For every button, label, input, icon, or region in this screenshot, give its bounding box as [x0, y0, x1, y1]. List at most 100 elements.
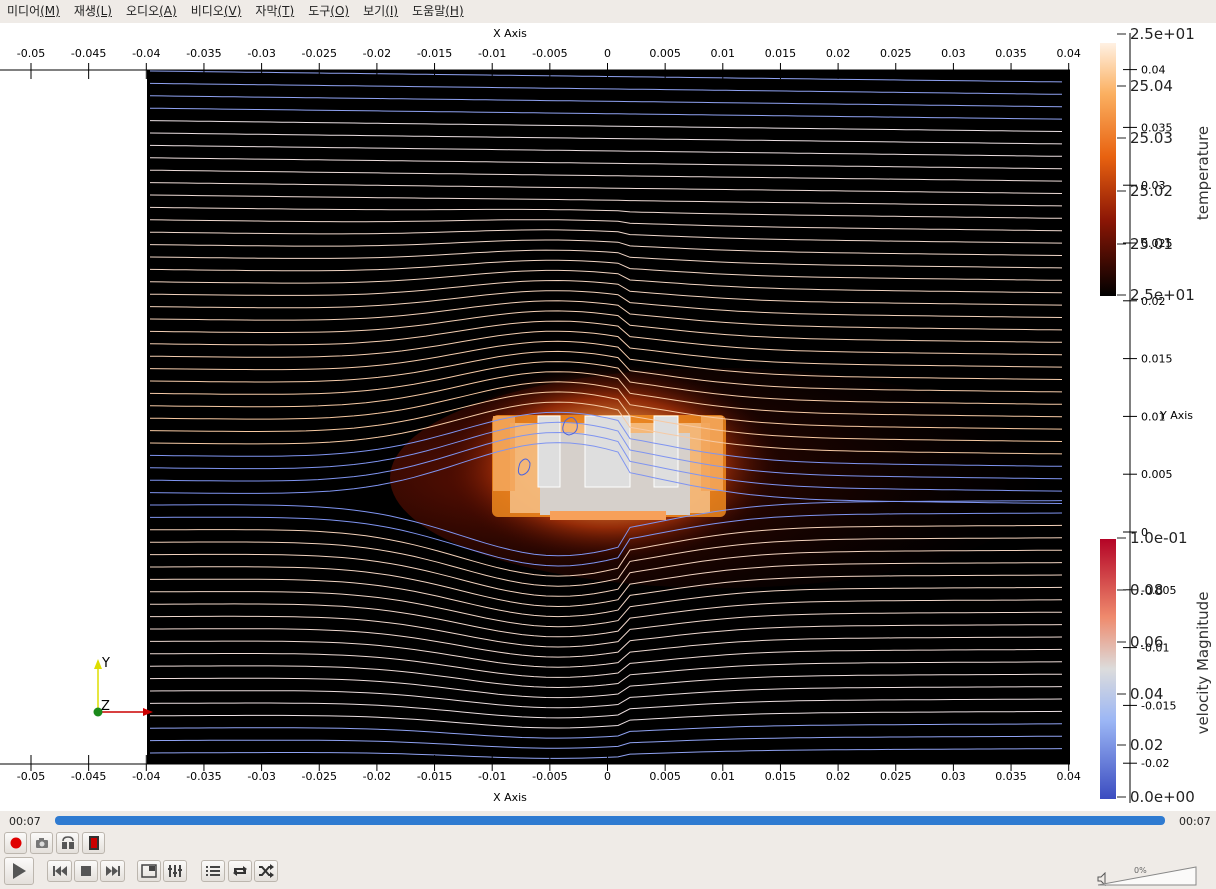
extended-settings-button[interactable]	[163, 860, 187, 882]
x-tick-label: -0.005	[532, 770, 567, 783]
x-tick-label: 0.035	[995, 47, 1027, 60]
camera-icon	[35, 838, 48, 848]
menu-subtitle[interactable]: 자막(T)	[248, 0, 301, 23]
y-tick-label: 0.04	[1141, 64, 1166, 77]
x-tick-label: 0.04	[1056, 770, 1081, 783]
temperature-colorbar-label: 25.02	[1130, 182, 1173, 200]
orientation-axes: Y Z	[93, 656, 153, 717]
x-axis-title-top: X Axis	[493, 27, 527, 40]
y-tick-label: 0.015	[1141, 353, 1173, 366]
x-tick-label: -0.02	[363, 770, 391, 783]
frame-step-button[interactable]	[82, 832, 105, 854]
x-tick-label: 0.04	[1056, 47, 1081, 60]
volume-slider[interactable]	[1096, 865, 1200, 887]
menu-video[interactable]: 비디오(V)	[184, 0, 249, 23]
seek-bar[interactable]	[55, 816, 1165, 825]
temperature-colorbar	[1100, 43, 1116, 296]
x-tick-label: -0.04	[132, 47, 160, 60]
menu-playback[interactable]: 재생(L)	[67, 0, 119, 23]
film-frame-icon	[88, 836, 99, 850]
loop-ab-icon	[61, 836, 74, 849]
x-tick-label: 0.015	[765, 47, 797, 60]
fullscreen-button[interactable]	[137, 860, 161, 882]
snapshot-button[interactable]	[30, 832, 53, 854]
loop-icon	[233, 866, 247, 876]
velocity-colorbar-label: 0.02	[1130, 736, 1163, 754]
x-tick-label: -0.03	[247, 47, 275, 60]
velocity-colorbar-label: 0.04	[1130, 685, 1163, 703]
player-controls: 00:07 00:07 0%	[0, 811, 1216, 889]
visualization-canvas: -0.05 -0.045 -0.04 -0.035 -0.03 -0.025 -0.02 -0…	[0, 25, 1212, 806]
velocity-colorbar-title: velocity Magnitude	[1194, 592, 1212, 735]
x-tick-label: 0.005	[649, 770, 681, 783]
playlist-button[interactable]	[201, 860, 225, 882]
x-tick-label: 0.025	[880, 47, 912, 60]
x-tick-label: -0.015	[417, 770, 452, 783]
volume-label: 0%	[1134, 866, 1147, 875]
skip-back-icon	[52, 866, 67, 876]
x-tick-label: -0.005	[532, 47, 567, 60]
record-button[interactable]	[4, 832, 27, 854]
x-tick-label: 0.025	[880, 770, 912, 783]
loop-button[interactable]	[228, 860, 252, 882]
skip-forward-icon	[105, 866, 120, 876]
x-tick-label: 0.01	[711, 47, 736, 60]
temperature-colorbar-label: 25.01	[1130, 235, 1173, 253]
previous-button[interactable]	[47, 860, 72, 882]
y-axis-title: Y Axis	[1159, 409, 1193, 422]
shuffle-icon	[259, 864, 274, 878]
menu-tools[interactable]: 도구(O)	[301, 0, 356, 23]
orientation-y-label: Y	[101, 656, 110, 671]
velocity-colorbar-label: 0.06	[1130, 633, 1163, 651]
x-tick-label: -0.05	[17, 47, 45, 60]
velocity-colorbar-label: 1.0e-01	[1130, 529, 1188, 547]
loop-ab-button[interactable]	[56, 832, 79, 854]
playlist-icon	[206, 866, 220, 876]
x-tick-label: -0.01	[478, 770, 506, 783]
temperature-colorbar-label: 2.5e+01	[1130, 25, 1195, 43]
x-tick-label: 0.015	[765, 770, 797, 783]
x-tick-label: -0.04	[132, 770, 160, 783]
x-tick-label: -0.035	[186, 770, 221, 783]
x-tick-label: -0.045	[71, 770, 106, 783]
x-tick-label: 0	[604, 770, 611, 783]
velocity-colorbar-label: 0.08	[1130, 581, 1163, 599]
menu-help[interactable]: 도움말(H)	[405, 0, 471, 23]
x-tick-label: 0	[604, 47, 611, 60]
y-tick-label: 0.005	[1141, 468, 1173, 481]
x-tick-label: 0.005	[649, 47, 681, 60]
temperature-colorbar-label: 2.5e+01	[1130, 286, 1195, 304]
x-tick-label: -0.025	[302, 770, 337, 783]
x-tick-label: 0.03	[941, 770, 966, 783]
x-tick-label: -0.025	[302, 47, 337, 60]
play-button[interactable]	[4, 857, 34, 885]
menu-view[interactable]: 보기(I)	[356, 0, 405, 23]
x-tick-label: 0.02	[826, 47, 851, 60]
stop-button[interactable]	[74, 860, 98, 882]
stop-icon	[81, 866, 91, 876]
temperature-colorbar-title: temperature	[1194, 126, 1212, 220]
x-tick-label: -0.02	[363, 47, 391, 60]
shuffle-button[interactable]	[254, 860, 278, 882]
x-tick-label: 0.035	[995, 770, 1027, 783]
x-tick-label: -0.015	[417, 47, 452, 60]
x-tick-label: -0.045	[71, 47, 106, 60]
play-icon	[13, 863, 26, 879]
next-button[interactable]	[100, 860, 125, 882]
x-tick-label: -0.05	[17, 770, 45, 783]
temperature-colorbar-label: 25.03	[1130, 129, 1173, 147]
menu-audio[interactable]: 오디오(A)	[119, 0, 184, 23]
velocity-colorbar	[1100, 539, 1116, 799]
y-tick-label: -0.02	[1141, 757, 1169, 770]
total-time: 00:07	[1179, 815, 1211, 828]
fullscreen-icon	[141, 864, 157, 878]
velocity-colorbar-label: 0.0e+00	[1130, 788, 1195, 806]
video-viewport[interactable]: -0.05 -0.045 -0.04 -0.035 -0.03 -0.025 -0.02 -0…	[0, 23, 1216, 811]
x-tick-label: 0.03	[941, 47, 966, 60]
orientation-z-label: Z	[101, 699, 110, 714]
menu-media[interactable]: 미디어(M)	[0, 0, 67, 23]
x-tick-label: -0.01	[478, 47, 506, 60]
record-icon	[10, 837, 21, 849]
x-tick-label: -0.035	[186, 47, 221, 60]
equalizer-icon	[168, 865, 182, 877]
